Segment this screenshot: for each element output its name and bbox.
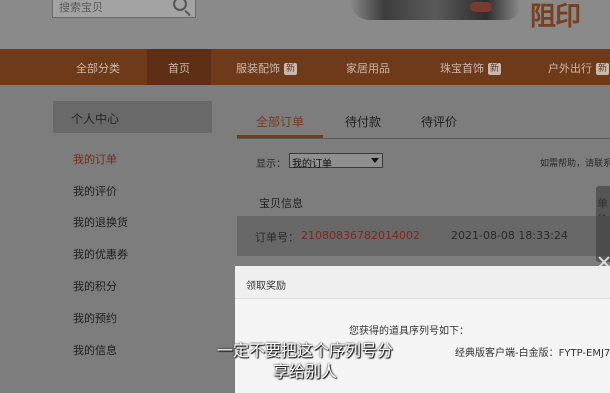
top-bar: 搜索宝贝 阻印	[0, 0, 610, 49]
help-text[interactable]: 如需帮助，请联系	[540, 156, 610, 169]
nav-item-home-goods[interactable]: 家居用品	[346, 60, 390, 76]
nav-item-all-categories[interactable]: 全部分类	[76, 60, 120, 76]
brand-logo[interactable]: 阻印	[530, 0, 581, 33]
search-placeholder: 搜索宝贝	[59, 1, 103, 14]
scrollbar[interactable]	[596, 186, 610, 262]
tab-pending-review[interactable]: 待评价	[421, 113, 457, 130]
nav-label: 户外出行	[548, 62, 592, 75]
nav-item-outdoor[interactable]: 户外出行新	[548, 60, 610, 76]
table-header: 宝贝信息 单价	[237, 186, 610, 226]
sidebar-title: 个人中心	[53, 101, 212, 133]
sidebar-item-points[interactable]: 我的积分	[73, 278, 117, 294]
nav-item-home[interactable]: 首页	[147, 49, 211, 85]
sidebar-item-returns[interactable]: 我的退换货	[73, 214, 128, 230]
order-date: 2021-08-08 18:33:24	[451, 229, 568, 242]
game-banner-logo	[350, 0, 520, 20]
search-input[interactable]: 搜索宝贝	[52, 0, 196, 18]
sidebar-item-orders[interactable]: 我的订单	[73, 151, 117, 167]
dialog-title: 领取奖励	[246, 281, 286, 292]
nav-label: 珠宝首饰	[440, 62, 484, 75]
nav-label: 服装配饰	[236, 62, 280, 75]
tab-all-orders[interactable]: 全部订单	[256, 113, 304, 130]
search-icon[interactable]	[173, 0, 187, 11]
nav-label: 家居用品	[346, 62, 390, 75]
sidebar-item-coupons[interactable]: 我的优惠券	[73, 246, 128, 262]
dialog-message: 您获得的道具序列号如下：	[349, 326, 469, 337]
active-tab-indicator	[237, 135, 323, 138]
nav-item-apparel[interactable]: 服装配饰新	[236, 60, 298, 76]
table-row: 订单号： 21080836782014002 2021-08-08 18:33:…	[237, 216, 610, 256]
order-filter-select[interactable]: 我的订单	[289, 153, 383, 170]
sidebar-item-reservations[interactable]: 我的预约	[73, 310, 117, 326]
new-badge: 新	[596, 63, 610, 75]
new-badge: 新	[284, 63, 298, 75]
filter-selected-value: 我的订单	[292, 159, 332, 170]
nav-label: 全部分类	[76, 62, 120, 75]
main-nav: 全部分类 首页 服装配饰新 家居用品 珠宝首饰新 户外出行新	[0, 49, 610, 85]
order-number-label: 订单号：	[255, 231, 299, 244]
video-subtitle-line2: 享给别人	[272, 362, 337, 381]
column-item-info: 宝贝信息	[259, 197, 303, 210]
chevron-down-icon	[371, 158, 379, 163]
filter-label: 显示：	[256, 159, 286, 170]
order-number[interactable]: 21080836782014002	[301, 229, 420, 242]
new-badge: 新	[488, 63, 502, 75]
tabs-divider	[237, 138, 610, 139]
nav-item-jewelry[interactable]: 珠宝首饰新	[440, 60, 502, 76]
dialog-header: 领取奖励	[235, 266, 610, 299]
banner-decoration	[470, 2, 492, 12]
tab-pending-payment[interactable]: 待付款	[345, 113, 381, 130]
sidebar-item-reviews[interactable]: 我的评价	[73, 183, 117, 199]
nav-label: 首页	[168, 62, 190, 75]
